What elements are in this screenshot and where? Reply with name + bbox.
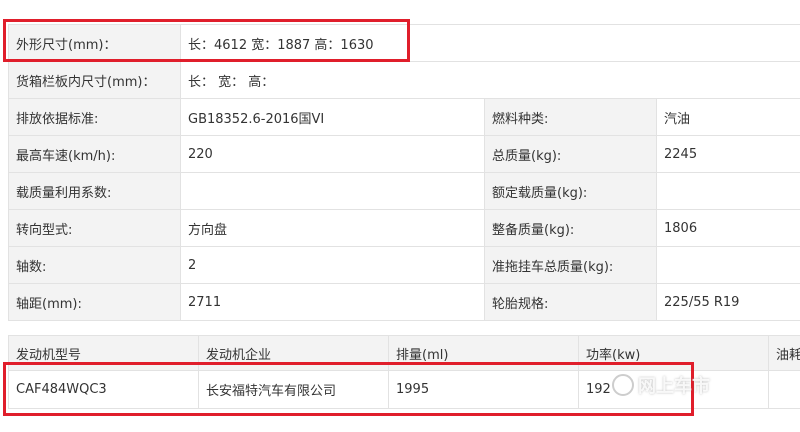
- spec-row: 轴距(mm): 2711 轮胎规格: 225/55 R19: [8, 283, 800, 321]
- emission-label: 排放依据标准:: [8, 98, 181, 136]
- rated-load-label: 额定载质量(kg):: [484, 172, 657, 210]
- total-mass-value: 2245: [655, 135, 800, 173]
- steering-label: 转向型式:: [8, 209, 181, 247]
- axles-label: 轴数:: [8, 246, 181, 284]
- curb-mass-label: 整备质量(kg):: [484, 209, 657, 247]
- dimensions-value: 长：4612 宽：1887 高：1630: [179, 24, 800, 62]
- fuel-value: 汽油: [655, 98, 800, 136]
- spec-row: 排放依据标准: GB18352.6-2016国VI 燃料种类: 汽油: [8, 98, 800, 136]
- watermark: 网上车市: [612, 372, 710, 398]
- watermark-text: 网上车市: [638, 376, 710, 397]
- fuel-consumption-header: 油耗: [768, 335, 800, 371]
- displacement-cell: 1995: [388, 370, 579, 409]
- rated-load-value: [655, 172, 800, 210]
- cargo-size-value: 长： 宽： 高：: [179, 61, 800, 99]
- trailer-mass-label: 准拖挂车总质量(kg):: [484, 246, 657, 284]
- engine-maker-header: 发动机企业: [198, 335, 389, 371]
- tire-label: 轮胎规格:: [484, 283, 657, 321]
- fuel-label: 燃料种类:: [484, 98, 657, 136]
- total-mass-label: 总质量(kg):: [484, 135, 657, 173]
- engine-maker-cell: 长安福特汽车有限公司: [198, 370, 389, 409]
- engine-model-header: 发动机型号: [8, 335, 199, 371]
- steering-value: 方向盘: [180, 209, 485, 247]
- trailer-mass-value: [655, 246, 800, 284]
- load-ratio-value: [180, 172, 485, 210]
- dimensions-label: 外形尺寸(mm)：: [8, 24, 181, 62]
- displacement-header: 排量(ml): [388, 335, 579, 371]
- max-speed-label: 最高车速(km/h):: [8, 135, 181, 173]
- spec-row: 最高车速(km/h): 220 总质量(kg): 2245: [8, 135, 800, 173]
- axles-value: 2: [180, 246, 485, 284]
- tire-value: 225/55 R19: [655, 283, 800, 321]
- emission-value: GB18352.6-2016国VI: [180, 98, 485, 136]
- spec-row: 轴数: 2 准拖挂车总质量(kg):: [8, 246, 800, 284]
- cargo-size-label: 货箱栏板内尺寸(mm)：: [8, 61, 181, 99]
- fuel-consumption-cell: [768, 370, 800, 409]
- spec-table: 外形尺寸(mm)： 长：4612 宽：1887 高：1630 货箱栏板内尺寸(m…: [8, 24, 800, 321]
- engine-header-row: 发动机型号 发动机企业 排量(ml) 功率(kw) 油耗: [8, 335, 800, 371]
- spec-row: 载质量利用系数: 额定载质量(kg):: [8, 172, 800, 210]
- power-header: 功率(kw): [578, 335, 769, 371]
- load-ratio-label: 载质量利用系数:: [8, 172, 181, 210]
- engine-model-cell: CAF484WQC3: [8, 370, 199, 409]
- wheelbase-label: 轴距(mm):: [8, 283, 181, 321]
- curb-mass-value: 1806: [655, 209, 800, 247]
- watermark-logo-icon: [612, 374, 634, 396]
- spec-row: 转向型式: 方向盘 整备质量(kg): 1806: [8, 209, 800, 247]
- wheelbase-value: 2711: [180, 283, 485, 321]
- spec-row-dimensions: 外形尺寸(mm)： 长：4612 宽：1887 高：1630: [8, 24, 800, 62]
- spec-row-cargo: 货箱栏板内尺寸(mm)： 长： 宽： 高：: [8, 61, 800, 99]
- max-speed-value: 220: [180, 135, 485, 173]
